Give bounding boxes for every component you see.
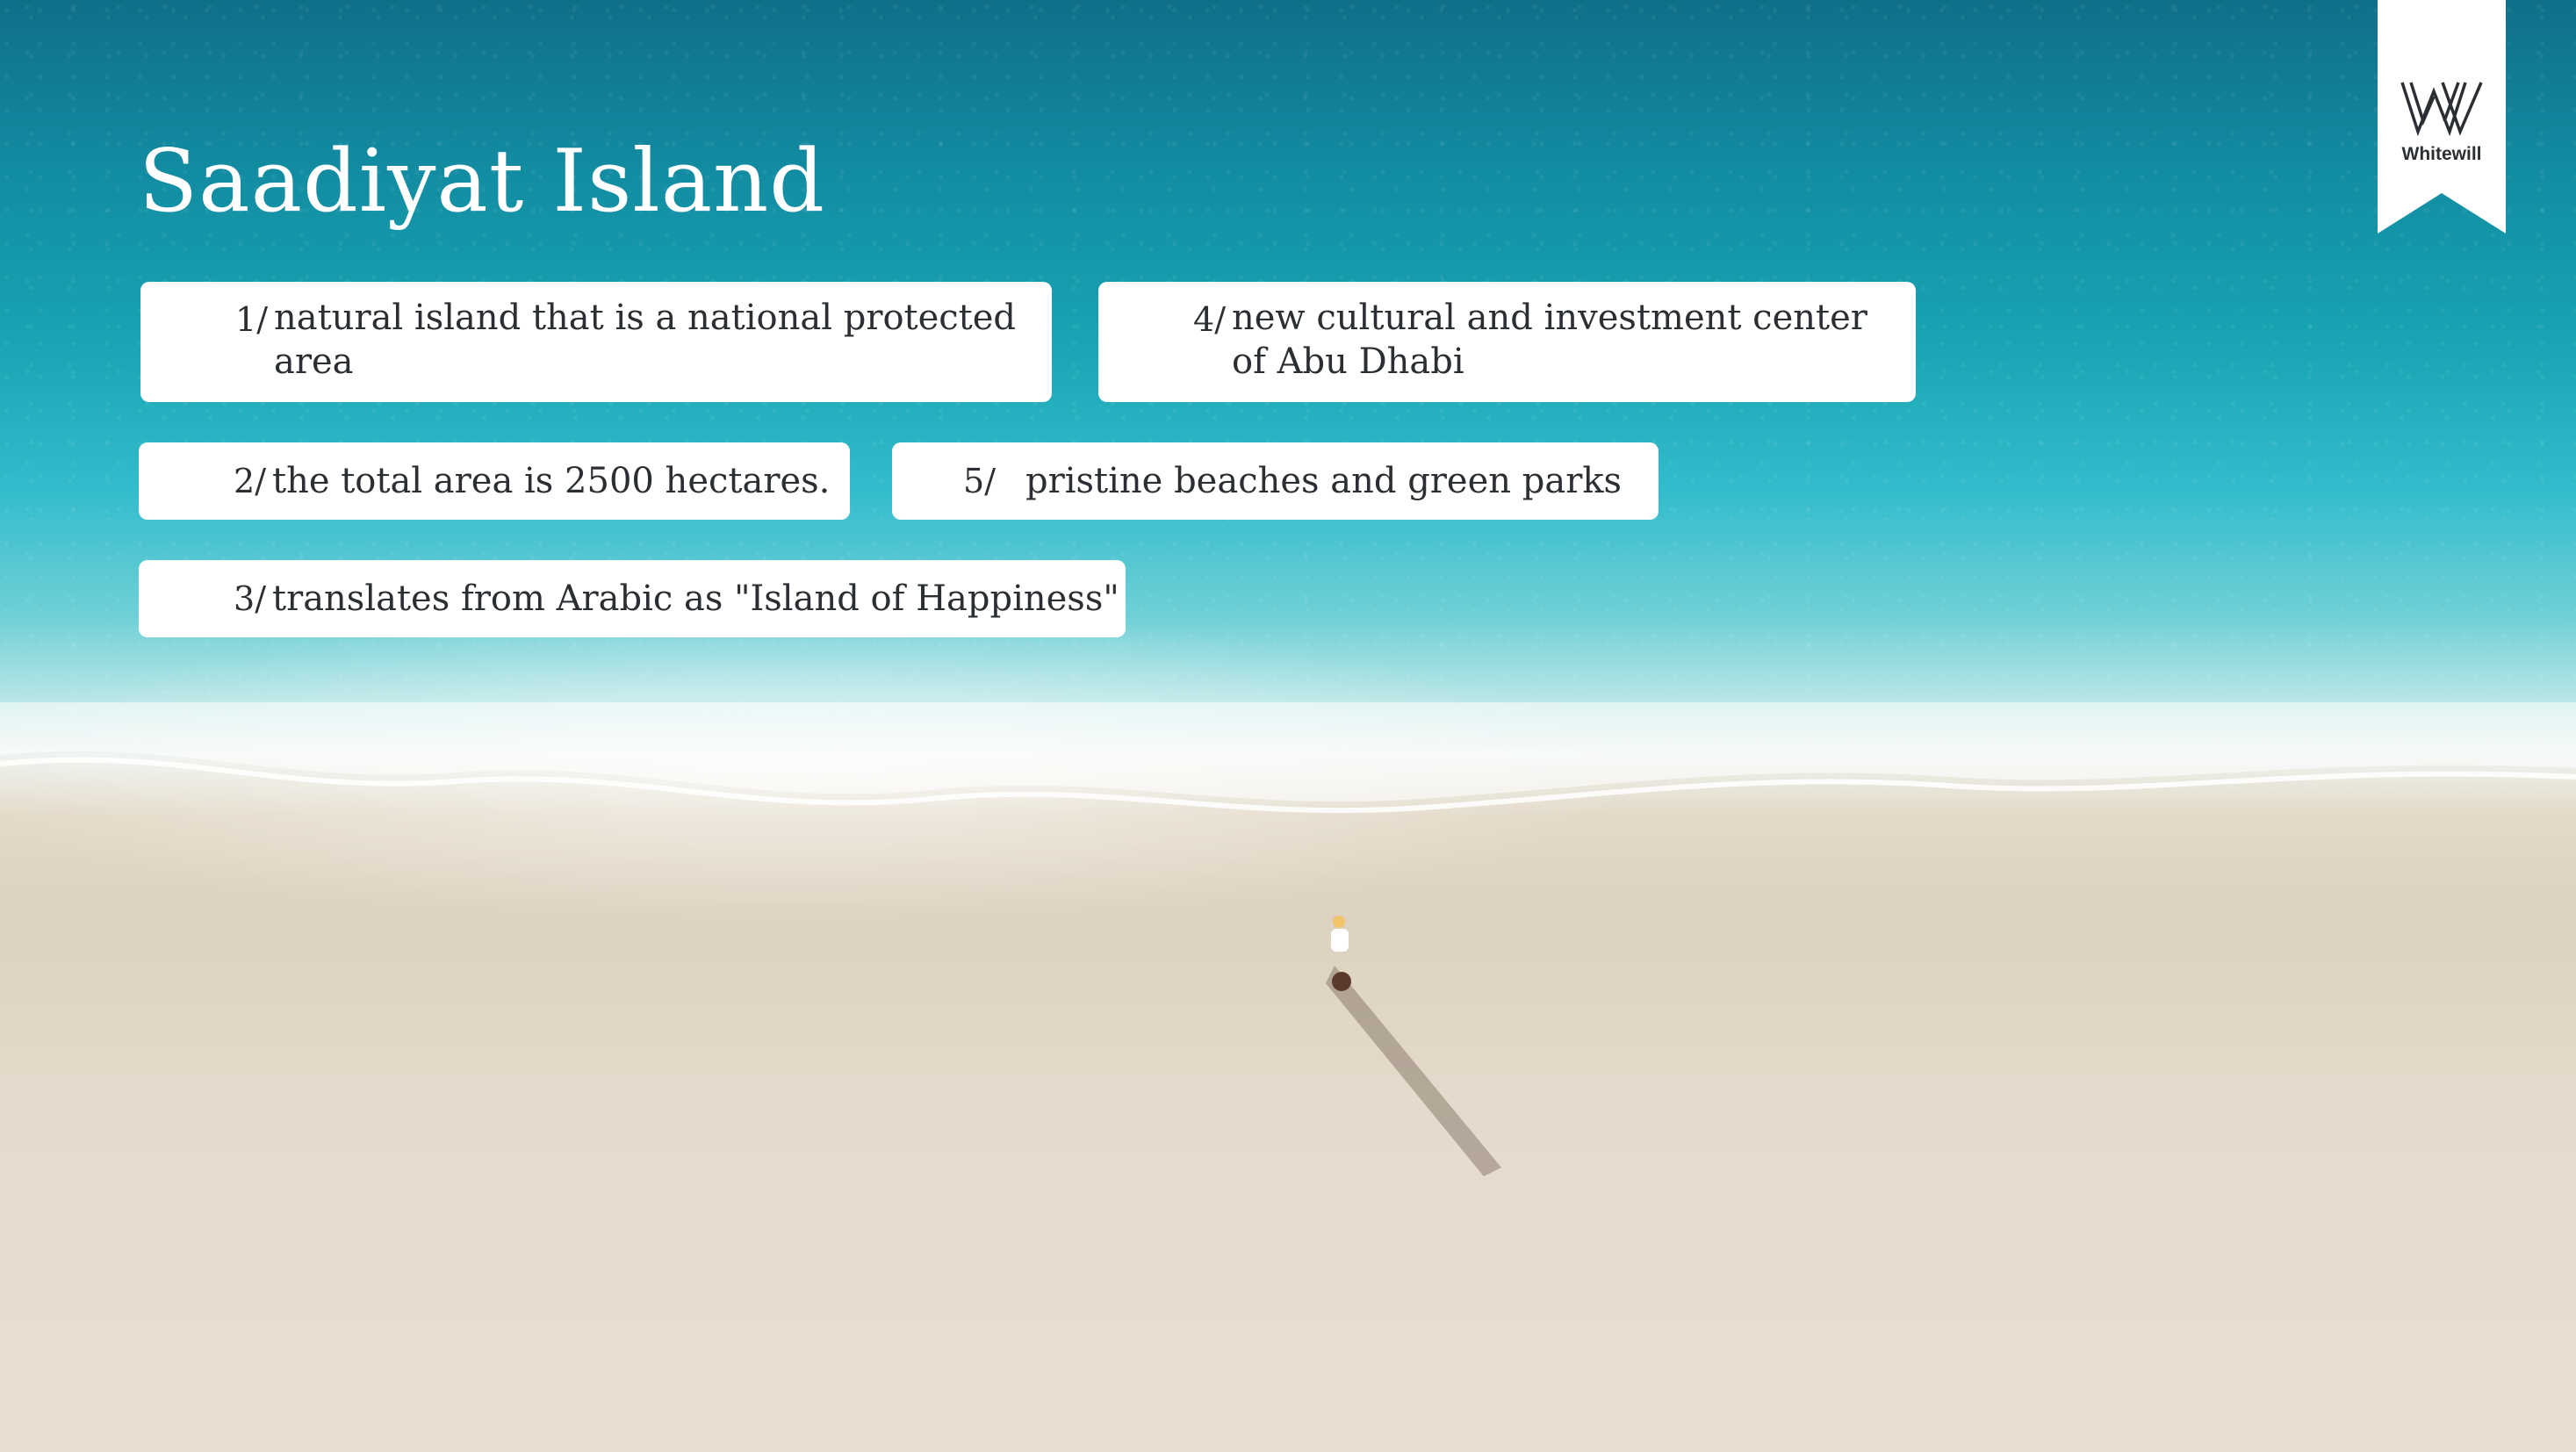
brand-name: Whitewill bbox=[2401, 144, 2482, 164]
person-walking-icon bbox=[1326, 916, 1501, 1176]
fact-number: 5/ bbox=[963, 462, 996, 500]
fact-number: 2/ bbox=[234, 462, 266, 500]
page-title: Saadiyat Island bbox=[139, 132, 826, 232]
slide: Saadiyat Island 1/ natural island that i… bbox=[0, 0, 2576, 1452]
fact-text: translates from Arabic as "Island of Hap… bbox=[272, 579, 1119, 619]
fact-text: pristine beaches and green parks bbox=[1025, 461, 1623, 501]
fact-card-4: 4/ new cultural and investment center of… bbox=[1098, 282, 1916, 402]
fact-number: 3/ bbox=[234, 579, 266, 618]
fact-card-2: 2/ the total area is 2500 hectares. bbox=[139, 442, 850, 520]
fact-card-5: 5/ pristine beaches and green parks bbox=[892, 442, 1659, 520]
fact-number: 4/ bbox=[1193, 300, 1226, 339]
surf-foam bbox=[0, 702, 2576, 814]
fact-text: the total area is 2500 hectares. bbox=[272, 461, 831, 501]
fact-card-3: 3/ translates from Arabic as "Island of … bbox=[139, 560, 1126, 637]
fact-number: 1/ bbox=[235, 300, 268, 339]
brand-bookmark bbox=[2378, 0, 2506, 234]
fact-text: new cultural and investment center of Ab… bbox=[1232, 298, 1867, 382]
fact-card-1: 1/ natural island that is a national pro… bbox=[140, 282, 1052, 402]
fact-text: natural island that is a national protec… bbox=[274, 298, 1017, 382]
